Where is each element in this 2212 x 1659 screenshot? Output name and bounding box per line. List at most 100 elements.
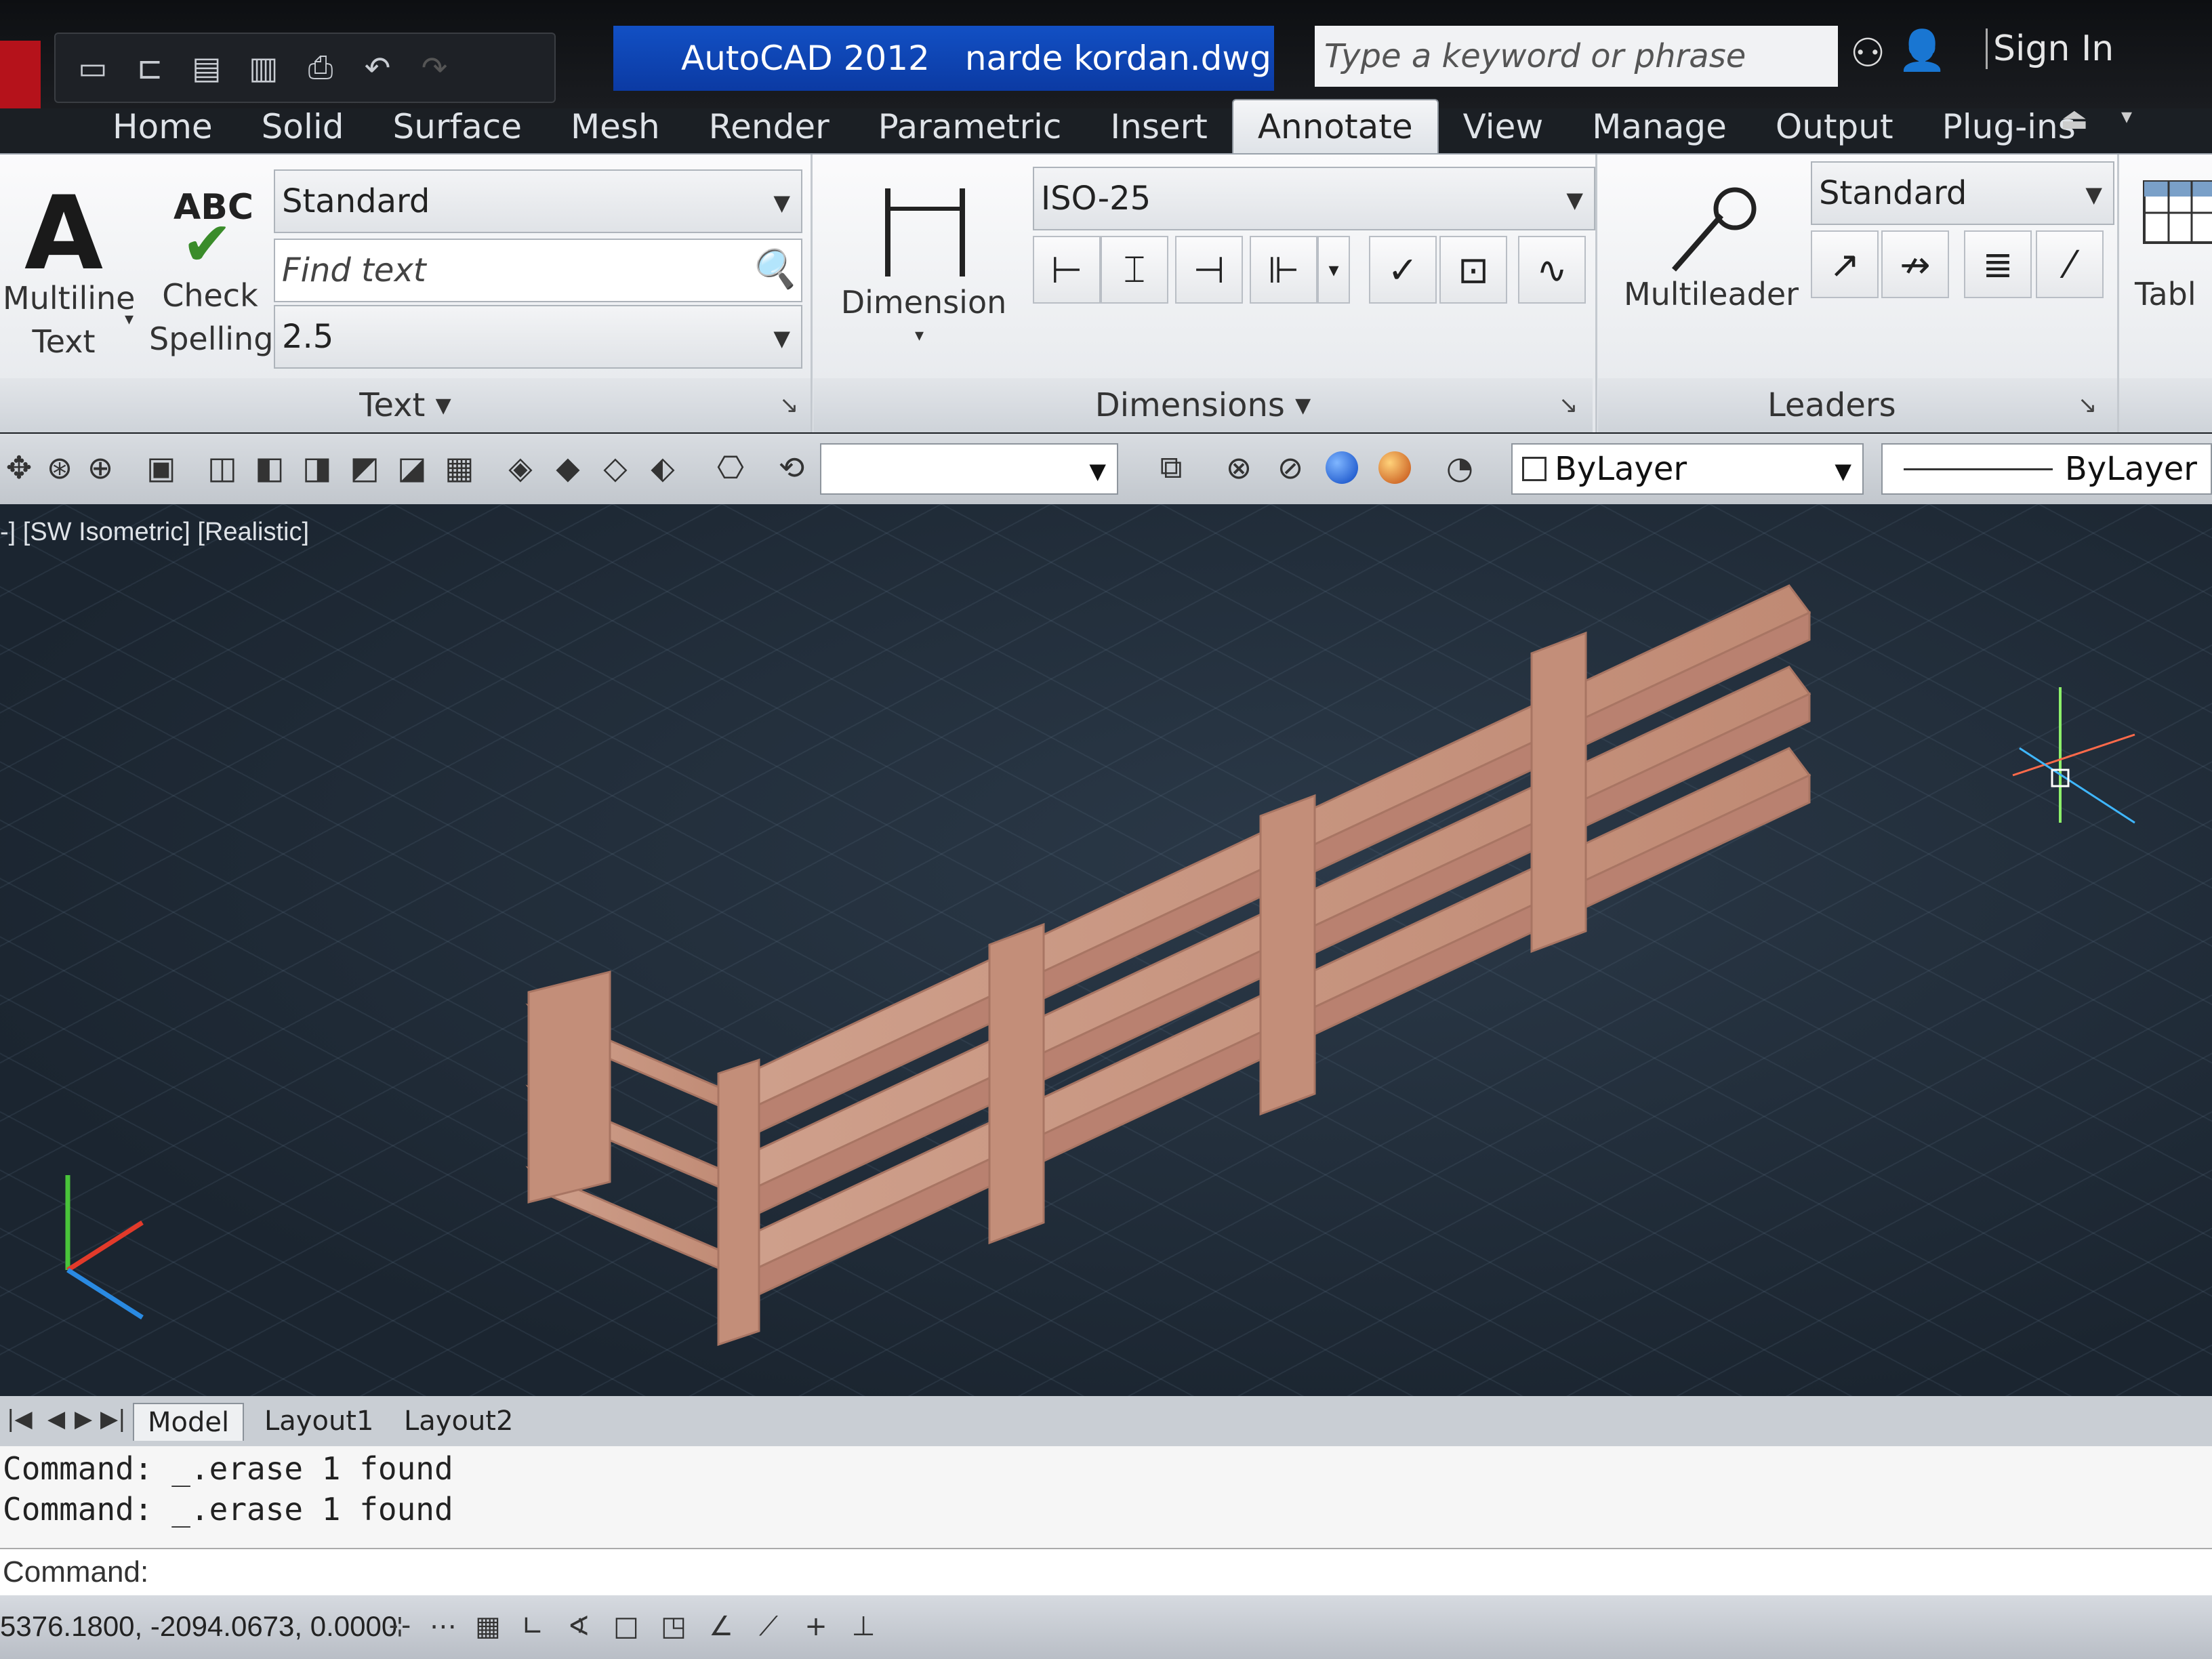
sign-in-button[interactable]: Sign In [1986,28,2114,69]
chevron-down-icon[interactable]: ▾ [1317,236,1350,304]
check-mark-icon[interactable]: ✔ [182,209,232,280]
object-snap-tracking-icon[interactable]: ∠ [705,1610,737,1643]
dim-update-icon[interactable]: ✓ [1369,236,1437,304]
minimize-ribbon-icon[interactable]: ⏏ [2060,102,2089,136]
lineweight-icon[interactable]: ⊥ [847,1610,880,1643]
find-replace-icon[interactable]: 🔍 [750,247,797,291]
dialog-launcher-icon[interactable]: ↘ [1559,392,1578,419]
dimensions-panel-title[interactable]: Dimensions ▼ [813,378,1593,432]
text-style-dropdown[interactable]: Standard ▼ [274,169,802,233]
first-layout-icon[interactable]: |◀ [7,1406,33,1433]
dim-break-icon[interactable]: ⊣ [1175,236,1243,304]
dimension-button[interactable]: Dimension [832,281,1015,324]
left-view-icon[interactable]: ◨ [298,449,336,487]
chevron-down-icon[interactable]: ▾ [125,309,134,329]
add-leader-icon[interactable]: ↗ [1811,230,1879,298]
realistic-icon[interactable] [1326,451,1358,484]
tab-mesh[interactable]: Mesh [546,107,684,153]
ortho-mode-icon[interactable]: ∟ [516,1610,549,1643]
last-layout-icon[interactable]: ▶| [100,1406,126,1433]
dialog-launcher-icon[interactable]: ↘ [2078,392,2097,419]
tab-view[interactable]: View [1439,107,1568,153]
wireframe-icon[interactable]: ⧉ [1152,449,1190,487]
tab-render[interactable]: Render [684,107,854,153]
tab-insert[interactable]: Insert [1086,107,1231,153]
next-layout-icon[interactable]: ▶ [75,1406,92,1433]
dim-linear-icon[interactable]: ⊢ [1033,236,1101,304]
leaders-panel-title[interactable]: Leaders [1598,378,2212,432]
multileader-icon[interactable] [1667,182,1762,276]
3d-object-snap-icon[interactable]: ◳ [657,1610,690,1643]
polar-tracking-icon[interactable]: ∢ [562,1610,595,1643]
plot-icon[interactable]: ⎙ [301,48,340,87]
grid-display-icon[interactable]: ▦ [472,1610,504,1643]
front-view-icon[interactable]: ◪ [393,449,431,487]
camera-icon[interactable]: ⎔ [712,449,750,487]
snap-mode-icon[interactable]: ⋯ [427,1610,459,1643]
chevron-down-icon[interactable]: ▾ [915,325,924,346]
multileader-button[interactable]: Multileader [1606,272,1816,316]
sw-iso-icon[interactable]: ◈ [501,449,539,487]
ucs-icon[interactable]: ⟲ [773,449,811,487]
conceptual-icon[interactable]: ⊘ [1271,449,1309,487]
materials-icon[interactable] [1378,451,1411,484]
command-line-input[interactable]: Command: [0,1548,2212,1595]
application-menu-button[interactable] [0,41,41,108]
text-height-dropdown[interactable]: 2.5 ▼ [274,305,802,369]
nw-iso-icon[interactable]: ⬖ [644,449,682,487]
help-search-input[interactable]: Type a keyword or phrase [1315,26,1838,87]
table-icon[interactable] [2142,168,2212,263]
save-as-icon[interactable]: ▥ [244,48,283,87]
tab-output[interactable]: Output [1751,107,1918,153]
dim-continue-icon[interactable]: ⊩ [1250,236,1317,304]
find-text-input[interactable]: Find text 🔍 [274,239,802,302]
top-view-icon[interactable]: ◫ [203,449,241,487]
named-views-icon[interactable]: ▣ [142,449,180,487]
coordinates-readout[interactable]: 5376.1800, -2094.0673, 0.0000 [0,1610,397,1643]
dim-aligned-icon[interactable]: ⌶ [1101,236,1168,304]
orbit-icon[interactable]: ⊛ [41,449,79,487]
dim-jogged-icon[interactable]: ∿ [1518,236,1586,304]
chevron-down-icon[interactable]: ▾ [2121,103,2132,129]
bottom-view-icon[interactable]: ◧ [251,449,289,487]
pan-icon[interactable]: ✥ [0,449,38,487]
hidden-icon[interactable]: ⊗ [1220,449,1258,487]
tab-manage[interactable]: Manage [1568,107,1751,153]
dim-style-dropdown[interactable]: ISO-25 ▼ [1033,167,1595,230]
save-icon[interactable]: ▤ [187,48,226,87]
multiline-text-button[interactable]: Multiline Text [3,276,135,363]
text-panel-title[interactable]: Text ▼ [0,378,811,432]
undo-icon[interactable]: ↶ [358,48,397,87]
dim-reassociate-icon[interactable]: ⊡ [1439,236,1507,304]
visual-styles-icon[interactable]: ◔ [1441,449,1479,487]
view-dropdown[interactable]: ▼ [820,443,1118,495]
check-spelling-button[interactable]: Check Spelling [149,274,273,361]
back-view-icon[interactable]: ▦ [441,449,478,487]
drawing-viewport[interactable]: -] [SW Isometric] [Realistic] [0,504,2212,1404]
orbit-free-icon[interactable]: ⊕ [81,449,119,487]
infer-constraints-icon[interactable]: ⊹ [384,1610,416,1643]
tab-model[interactable]: Model [133,1403,245,1441]
tab-home[interactable]: Home [88,107,237,153]
prev-layout-icon[interactable]: ◀ [47,1406,65,1433]
table-button[interactable]: Tabl [2135,272,2212,316]
object-snap-icon[interactable]: □ [610,1610,642,1643]
open-icon[interactable]: ⊏ [130,48,169,87]
linetype-dropdown[interactable]: ByLayer [1881,443,2212,495]
right-view-icon[interactable]: ◩ [346,449,384,487]
align-leaders-icon[interactable]: ≣ [1964,230,2032,298]
dynamic-input-icon[interactable]: + [800,1610,832,1643]
tab-annotate[interactable]: Annotate [1231,99,1439,153]
new-icon[interactable]: ▭ [73,48,112,87]
tab-layout2[interactable]: Layout2 [390,1403,527,1439]
se-iso-icon[interactable]: ◆ [549,449,587,487]
tab-solid[interactable]: Solid [237,107,369,153]
dimension-icon[interactable] [881,182,969,283]
tab-parametric[interactable]: Parametric [854,107,1086,153]
redo-icon[interactable]: ↷ [415,48,454,87]
ne-iso-icon[interactable]: ◇ [596,449,634,487]
binoculars-icon[interactable]: ⚇ [1850,30,1885,76]
multiline-text-icon[interactable]: A [24,175,103,293]
dynamic-ucs-icon[interactable]: ⟋ [752,1610,785,1643]
dialog-launcher-icon[interactable]: ↘ [779,392,799,419]
